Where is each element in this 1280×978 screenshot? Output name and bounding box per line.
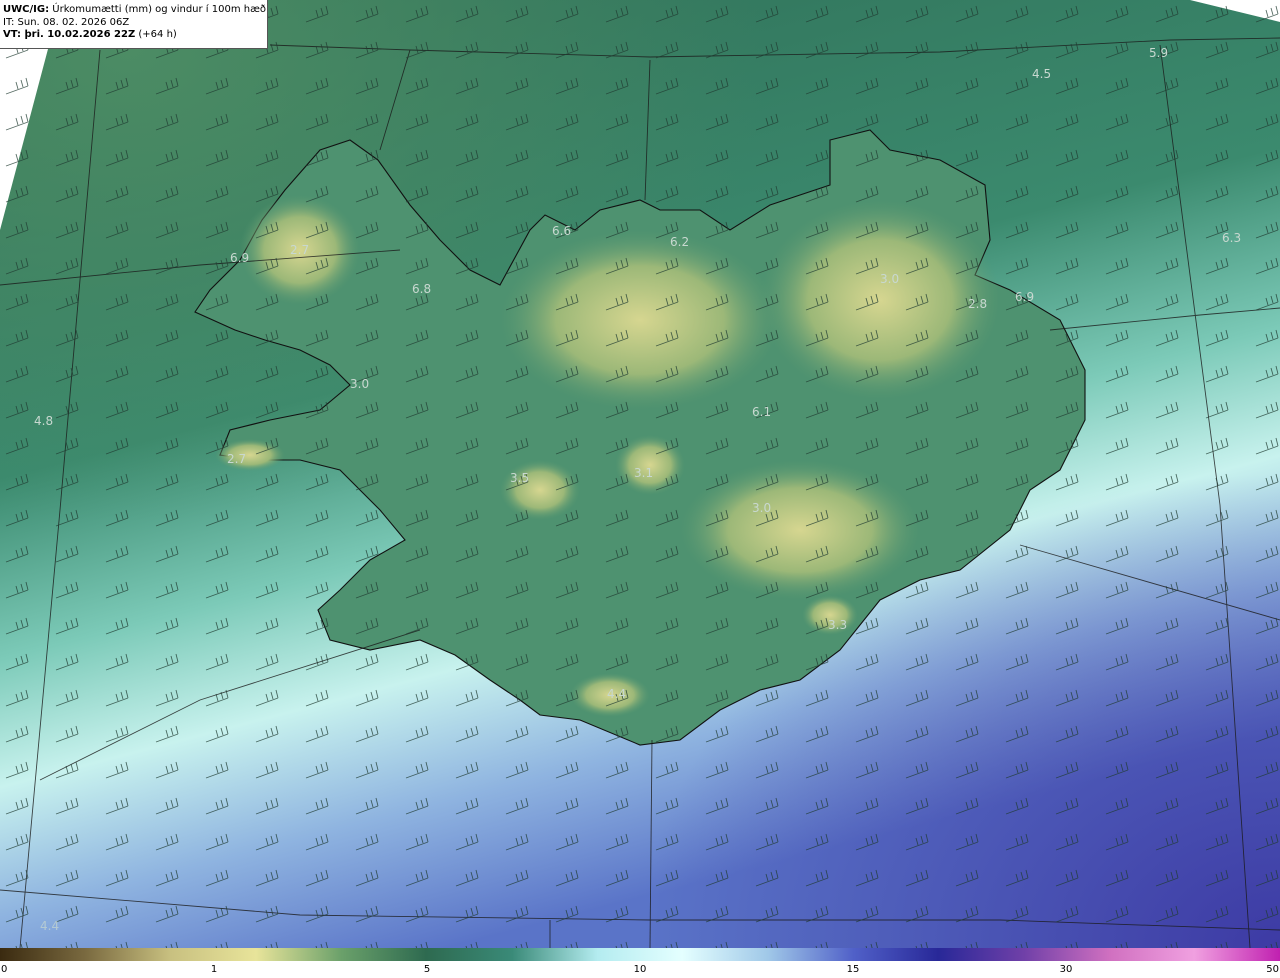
colorbar-tick: 50 — [1266, 964, 1279, 975]
value-label: 6.1 — [752, 405, 771, 419]
colorbar-strip — [0, 948, 1280, 961]
precipitation-wind-map[interactable]: 4.5 5.9 6.3 6.9 2.7 6.8 6.6 6.2 3.0 2.8 … — [0, 0, 1280, 948]
value-label: 4.8 — [34, 414, 53, 428]
model-name: UWC/IG: — [3, 4, 50, 15]
value-label: 3.1 — [634, 466, 653, 480]
value-label: 3.5 — [510, 471, 529, 485]
map-header: UWC/IG: Úrkomumætti (mm) og vindur í 100… — [0, 0, 268, 49]
value-label: 6.6 — [552, 224, 571, 238]
value-label: 2.8 — [968, 297, 987, 311]
value-label: 6.9 — [230, 251, 249, 265]
value-label: 6.9 — [1015, 290, 1034, 304]
value-label: 2.7 — [290, 243, 309, 257]
value-label: 6.8 — [412, 282, 431, 296]
value-label: 4.5 — [1032, 67, 1051, 81]
valid-time-line: VT: þri. 10.02.2026 22Z (+64 h) — [3, 29, 267, 42]
lead-time: (+64 h) — [138, 29, 177, 40]
colorbar-tick: 30 — [1059, 964, 1073, 975]
value-label: 6.3 — [1222, 231, 1241, 245]
valid-time: VT: þri. 10.02.2026 22Z — [3, 29, 136, 40]
header-title-line: UWC/IG: Úrkomumætti (mm) og vindur í 100… — [3, 4, 267, 17]
value-label: 6.2 — [670, 235, 689, 249]
value-label: 3.0 — [350, 377, 369, 391]
colorbar: 0 1 5 10 15 30 50 — [0, 948, 1280, 978]
value-label: 4.4 — [607, 687, 626, 701]
value-label: 3.0 — [880, 272, 899, 286]
product-title: Úrkomumætti (mm) og vindur í 100m hæð — [52, 4, 267, 15]
value-label: 3.0 — [752, 501, 771, 515]
colorbar-tick: 0 — [1, 964, 8, 975]
colorbar-tick: 15 — [846, 964, 860, 975]
value-label: 4.4 — [40, 919, 59, 933]
colorbar-tick: 1 — [210, 964, 218, 975]
value-label: 5.9 — [1149, 46, 1168, 60]
value-label: 2.7 — [227, 452, 246, 466]
colorbar-tick: 10 — [633, 964, 647, 975]
value-label: 3.3 — [828, 618, 847, 632]
colorbar-tick: 5 — [423, 964, 431, 975]
init-time: IT: Sun. 08. 02. 2026 06Z — [3, 16, 130, 28]
